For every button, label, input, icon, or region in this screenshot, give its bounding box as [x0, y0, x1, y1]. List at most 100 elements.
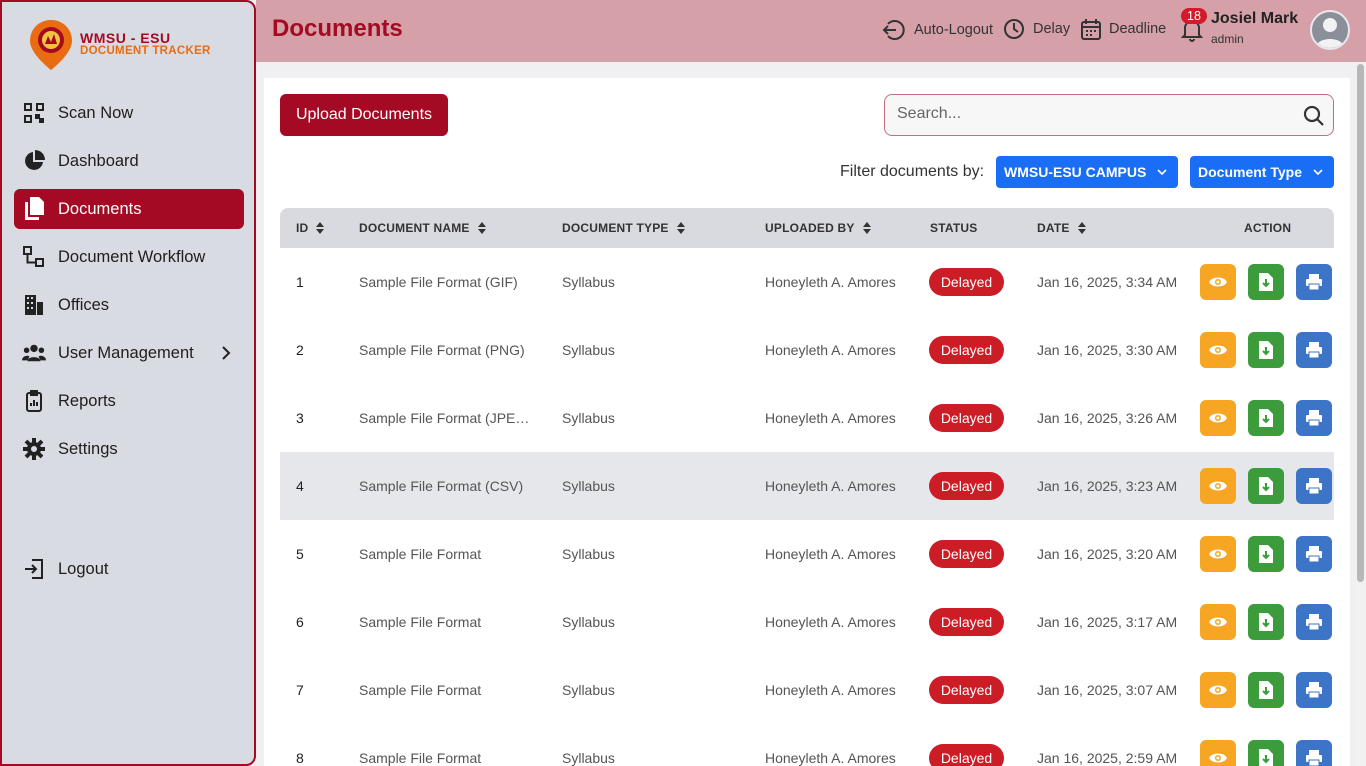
table-row[interactable]: 4 Sample File Format (CSV) Syllabus Honeyle… — [280, 452, 1334, 520]
table-row[interactable]: 3 Sample File Format (JPE… Syllabus Honeyle… — [280, 384, 1334, 452]
cell-document-name: Sample File Format (JPE… — [359, 410, 530, 426]
status-badge: Delayed — [929, 540, 1004, 568]
campus-filter-dropdown[interactable]: WMSU-ESU CAMPUS — [996, 156, 1178, 188]
sidebar-item-user-management[interactable]: User Management — [14, 333, 244, 373]
user-role: admin — [1211, 32, 1244, 46]
column-header-document-name[interactable]: DOCUMENT NAME — [359, 221, 486, 235]
cell-date: Jan 16, 2025, 3:07 AM — [1037, 682, 1178, 698]
view-button[interactable] — [1200, 672, 1236, 708]
print-button[interactable] — [1296, 264, 1332, 300]
view-icon — [1209, 617, 1227, 627]
sidebar-item-document-workflow[interactable]: Document Workflow — [14, 237, 244, 277]
status-badge: Delayed — [929, 472, 1004, 500]
upload-documents-button[interactable]: Upload Documents — [280, 94, 448, 136]
sidebar-item-label: User Management — [58, 343, 194, 362]
cell-uploaded-by: Honeyleth A. Amores — [765, 750, 896, 766]
column-label: ACTION — [1244, 221, 1292, 235]
download-button[interactable] — [1248, 400, 1284, 436]
cell-document-type: Syllabus — [562, 342, 615, 358]
avatar[interactable] — [1310, 10, 1350, 50]
view-button[interactable] — [1200, 332, 1236, 368]
print-icon — [1306, 274, 1322, 291]
print-icon — [1306, 682, 1322, 699]
column-label: STATUS — [930, 221, 978, 235]
logout-icon — [22, 557, 46, 581]
table-row[interactable]: 8 Sample File Format Syllabus Honeyleth A. … — [280, 724, 1334, 766]
table-row[interactable]: 5 Sample File Format Syllabus Honeyleth A. … — [280, 520, 1334, 588]
download-button[interactable] — [1248, 740, 1284, 766]
page-scrollbar-thumb[interactable] — [1357, 64, 1364, 582]
print-button[interactable] — [1296, 672, 1332, 708]
delay-button[interactable]: Delay — [1003, 18, 1070, 40]
column-header-document-type[interactable]: DOCUMENT TYPE — [562, 221, 685, 235]
print-icon — [1306, 342, 1322, 359]
download-button[interactable] — [1248, 604, 1284, 640]
search-input[interactable] — [897, 105, 1287, 123]
auto-logout-button[interactable]: Auto-Logout — [882, 18, 993, 42]
cell-document-type: Syllabus — [562, 750, 615, 766]
status-badge: Delayed — [929, 744, 1004, 766]
view-button[interactable] — [1200, 536, 1236, 572]
download-button[interactable] — [1248, 332, 1284, 368]
view-button[interactable] — [1200, 468, 1236, 504]
cell-date: Jan 16, 2025, 3:26 AM — [1037, 410, 1178, 426]
print-button[interactable] — [1296, 332, 1332, 368]
download-button[interactable] — [1248, 264, 1284, 300]
table-row[interactable]: 7 Sample File Format Syllabus Honeyleth A. … — [280, 656, 1334, 724]
sort-icon — [477, 222, 486, 234]
brand-logo[interactable]: WMSU - ESU DOCUMENT TRACKER — [28, 18, 228, 74]
print-icon — [1306, 410, 1322, 427]
sidebar-item-offices[interactable]: Offices — [14, 285, 244, 325]
view-button[interactable] — [1200, 264, 1236, 300]
view-icon — [1209, 549, 1227, 559]
print-button[interactable] — [1296, 400, 1332, 436]
document-type-filter-dropdown[interactable]: Document Type — [1190, 156, 1334, 188]
print-button[interactable] — [1296, 468, 1332, 504]
brand-line-2: DOCUMENT TRACKER — [80, 45, 211, 57]
document-type-filter-value: Document Type — [1198, 164, 1302, 180]
search-icon[interactable] — [1303, 105, 1325, 127]
sidebar-item-settings[interactable]: Settings — [14, 429, 244, 469]
column-label: DOCUMENT NAME — [359, 221, 470, 235]
cell-uploaded-by: Honeyleth A. Amores — [765, 410, 896, 426]
print-button[interactable] — [1296, 536, 1332, 572]
status-badge: Delayed — [929, 608, 1004, 636]
sidebar-item-reports[interactable]: Reports — [14, 381, 244, 421]
cell-date: Jan 16, 2025, 3:30 AM — [1037, 342, 1178, 358]
sidebar-item-documents[interactable]: Documents — [14, 189, 244, 229]
cell-document-type: Syllabus — [562, 546, 615, 562]
cell-date: Jan 16, 2025, 3:20 AM — [1037, 546, 1178, 562]
deadline-button[interactable]: Deadline — [1081, 18, 1166, 40]
view-button[interactable] — [1200, 604, 1236, 640]
delay-label: Delay — [1033, 21, 1071, 37]
table-row[interactable]: 6 Sample File Format Syllabus Honeyleth A. … — [280, 588, 1334, 656]
sort-icon — [862, 222, 871, 234]
cell-id: 1 — [296, 274, 304, 290]
location-pin-logo-icon — [30, 20, 72, 70]
logout-button[interactable]: Logout — [14, 549, 244, 589]
view-button[interactable] — [1200, 400, 1236, 436]
sidebar-item-scan-now[interactable]: Scan Now — [14, 93, 244, 133]
download-icon — [1259, 749, 1273, 766]
sidebar-item-label: Document Workflow — [58, 247, 206, 266]
print-icon — [1306, 614, 1322, 631]
download-button[interactable] — [1248, 536, 1284, 572]
column-header-id[interactable]: ID — [296, 221, 325, 235]
view-button[interactable] — [1200, 740, 1236, 766]
column-header-uploaded-by[interactable]: UPLOADED BY — [765, 221, 871, 235]
download-button[interactable] — [1248, 468, 1284, 504]
cell-id: 4 — [296, 478, 304, 494]
cell-document-name: Sample File Format — [359, 682, 482, 698]
page-title: Documents — [272, 15, 403, 42]
cell-uploaded-by: Honeyleth A. Amores — [765, 274, 896, 290]
sidebar-item-dashboard[interactable]: Dashboard — [14, 141, 244, 181]
print-button[interactable] — [1296, 740, 1332, 766]
filter-label: Filter documents by: — [840, 163, 985, 180]
download-button[interactable] — [1248, 672, 1284, 708]
table-row[interactable]: 1 Sample File Format (GIF) Syllabus Honeyle… — [280, 248, 1334, 316]
sidebar-item-label: Documents — [58, 199, 142, 218]
table-row[interactable]: 2 Sample File Format (PNG) Syllabus Honeyle… — [280, 316, 1334, 384]
sort-icon — [676, 222, 685, 234]
column-header-date[interactable]: DATE — [1037, 221, 1086, 235]
print-button[interactable] — [1296, 604, 1332, 640]
